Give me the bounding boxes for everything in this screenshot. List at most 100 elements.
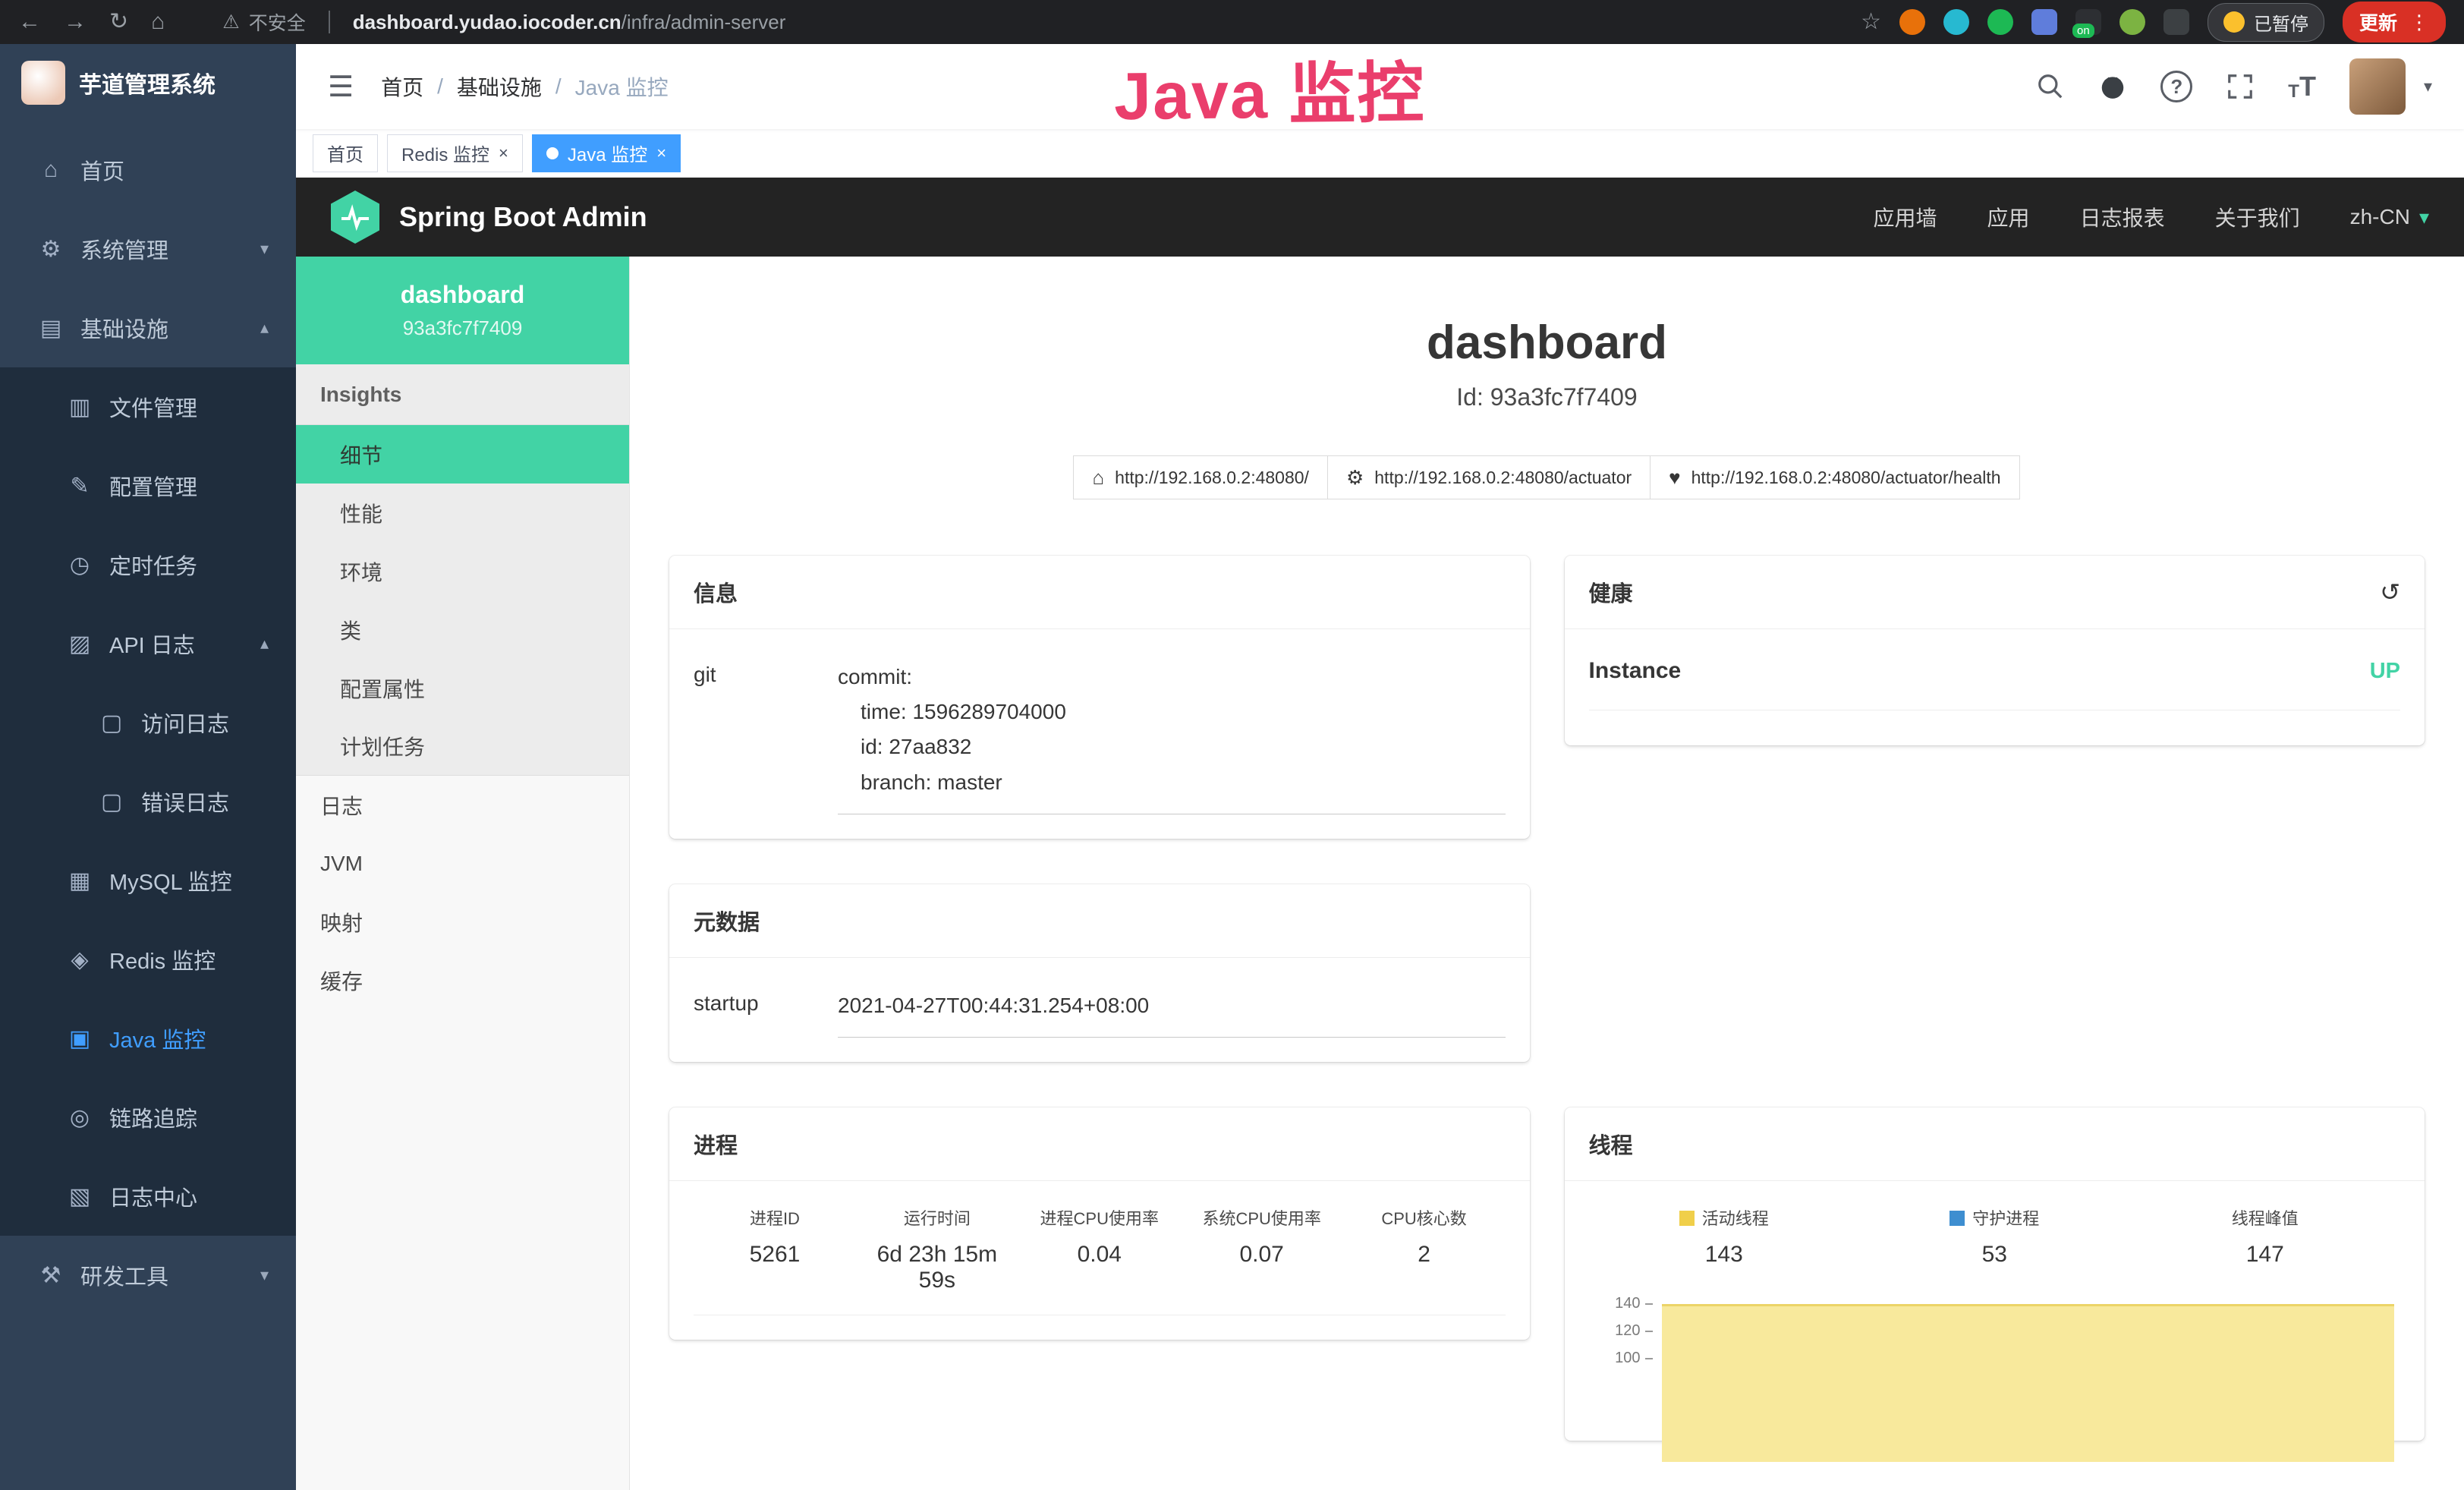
security-chip[interactable]: ⚠ 不安全 xyxy=(222,8,305,36)
sba-item-details[interactable]: 细节 xyxy=(296,425,629,484)
extension-icon-2[interactable] xyxy=(1943,9,1969,35)
close-icon[interactable]: × xyxy=(656,143,666,163)
sidebar-item-file-mgmt[interactable]: ▥ 文件管理 xyxy=(0,367,296,446)
sidebar-item-scheduled-tasks[interactable]: ◷ 定时任务 xyxy=(0,525,296,604)
col-value: 6d 23h 15m 59s xyxy=(856,1242,1018,1293)
health-card: 健康 ↺ Instance UP xyxy=(1565,556,2425,745)
chevron-up-icon: ▴ xyxy=(260,318,269,338)
sidebar-item-label: 链路追踪 xyxy=(109,1101,197,1133)
browser-home-icon[interactable]: ⌂ xyxy=(151,11,165,33)
search-icon[interactable] xyxy=(2036,72,2065,101)
tab-redis-monitor[interactable]: Redis 监控 × xyxy=(387,134,523,172)
reload-icon[interactable]: ↻ xyxy=(109,11,128,33)
github-icon[interactable] xyxy=(2098,72,2127,101)
sidebar-item-access-logs[interactable]: ▢ 访问日志 xyxy=(0,683,296,762)
sba-nav: 应用墙 应用 日志报表 关于我们 zh-CN ▾ xyxy=(1874,202,2429,232)
sba-brand-title[interactable]: Spring Boot Admin xyxy=(399,201,647,233)
extension-icon-4[interactable] xyxy=(2031,9,2057,35)
font-size-icon[interactable]: T T xyxy=(2288,71,2316,102)
java-monitor-icon: ▣ xyxy=(61,1025,99,1052)
bookmark-star-icon[interactable]: ☆ xyxy=(1861,11,1881,33)
sba-item-config-properties[interactable]: 配置属性 xyxy=(296,659,629,717)
heart-icon: ♥ xyxy=(1669,466,1680,490)
menu-toggle-icon[interactable]: ☰ xyxy=(328,70,354,104)
breadcrumb-item-home[interactable]: 首页 xyxy=(381,71,423,102)
extension-icon-1[interactable] xyxy=(1899,9,1925,35)
sba-nav-about[interactable]: 关于我们 xyxy=(2215,202,2300,232)
daemon-threads-swatch xyxy=(1949,1211,1965,1226)
breadcrumb: 首页 / 基础设施 / Java 监控 xyxy=(381,71,669,102)
sba-item-scheduled-tasks[interactable]: 计划任务 xyxy=(296,717,629,776)
locale-selector[interactable]: zh-CN ▾ xyxy=(2350,205,2429,229)
user-avatar[interactable] xyxy=(2349,58,2406,115)
update-button[interactable]: 更新 ⋮ xyxy=(2343,2,2446,43)
sba-nav-journal[interactable]: 日志报表 xyxy=(2080,202,2165,232)
sba-item-logs[interactable]: 日志 xyxy=(296,776,629,834)
extension-icon-3[interactable] xyxy=(1987,9,2013,35)
instance-selector[interactable]: dashboard 93a3fc7f7409 xyxy=(296,257,629,364)
sidebar-item-mysql-monitor[interactable]: ▦ MySQL 监控 xyxy=(0,841,296,920)
sidebar-item-label: MySQL 监控 xyxy=(109,865,232,896)
url-bar[interactable]: dashboard.yudao.iocoder.cn/infra/admin-s… xyxy=(353,11,786,34)
forward-icon[interactable]: → xyxy=(64,11,87,33)
home-icon: ⌂ xyxy=(32,157,70,183)
sba-item-environment[interactable]: 环境 xyxy=(296,542,629,600)
sidebar-item-trace[interactable]: ◎ 链路追踪 xyxy=(0,1078,296,1157)
sidebar-item-infrastructure[interactable]: ▤ 基础设施 ▴ xyxy=(0,288,296,367)
chevron-down-icon: ▾ xyxy=(2419,206,2429,229)
sba-nav-applications-wall[interactable]: 应用墙 xyxy=(1874,202,1937,232)
process-col-system-cpu: 系统CPU使用率 0.07 xyxy=(1181,1205,1343,1293)
process-card: 进程 进程ID 5261 运行时间 6d 23h 15m 59s xyxy=(669,1107,1530,1340)
sidebar-item-error-logs[interactable]: ▢ 错误日志 xyxy=(0,762,296,841)
sidebar-item-home[interactable]: ⌂ 首页 xyxy=(0,131,296,209)
sba-nav-applications[interactable]: 应用 xyxy=(1987,202,2030,232)
breadcrumb-item-infrastructure[interactable]: 基础设施 xyxy=(457,71,542,102)
back-icon[interactable]: ← xyxy=(18,11,41,33)
process-col-uptime: 运行时间 6d 23h 15m 59s xyxy=(856,1205,1018,1293)
col-header: 运行时间 xyxy=(856,1205,1018,1230)
locale-label: zh-CN xyxy=(2350,205,2410,229)
extension-icon-5[interactable]: on xyxy=(2075,9,2101,35)
app-logo[interactable]: 芋道管理系统 xyxy=(0,44,296,121)
actuator-url-button[interactable]: ⚙ http://192.168.0.2:48080/actuator xyxy=(1327,455,1651,499)
sidebar-item-log-center[interactable]: ▧ 日志中心 xyxy=(0,1157,296,1236)
col-header: 守护进程 xyxy=(1972,1209,2039,1228)
history-icon[interactable]: ↺ xyxy=(2380,578,2400,606)
health-url-button[interactable]: ♥ http://192.168.0.2:48080/actuator/heal… xyxy=(1650,455,2019,499)
sidebar-item-label: 定时任务 xyxy=(109,549,197,581)
help-icon[interactable]: ? xyxy=(2160,71,2192,102)
paused-extension-chip[interactable]: 已暂停 xyxy=(2208,3,2324,42)
sba-item-caches[interactable]: 缓存 xyxy=(296,951,629,1010)
kebab-menu-icon[interactable]: ⋮ xyxy=(2409,11,2429,34)
letter: T xyxy=(2288,81,2299,102)
sba-item-jvm[interactable]: JVM xyxy=(296,834,629,893)
extensions-puzzle-icon[interactable] xyxy=(2163,9,2189,35)
chart-area-fill xyxy=(1662,1304,2395,1462)
sba-item-mappings[interactable]: 映射 xyxy=(296,893,629,951)
sidebar-item-config-mgmt[interactable]: ✎ 配置管理 xyxy=(0,446,296,525)
col-header: 进程ID xyxy=(694,1205,856,1230)
sidebar-item-label: 文件管理 xyxy=(109,391,197,423)
sidebar-item-dev-tools[interactable]: ⚒ 研发工具 ▾ xyxy=(0,1236,296,1315)
sidebar-item-label: 日志中心 xyxy=(109,1180,197,1212)
process-col-pid: 进程ID 5261 xyxy=(694,1205,856,1293)
sba-item-classes[interactable]: 类 xyxy=(296,600,629,659)
col-value: 143 xyxy=(1589,1242,1860,1268)
sidebar-item-java-monitor[interactable]: ▣ Java 监控 xyxy=(0,999,296,1078)
spring-boot-admin-logo[interactable] xyxy=(331,191,379,244)
close-icon[interactable]: × xyxy=(499,143,508,163)
sidebar-item-api-logs[interactable]: ▨ API 日志 ▴ xyxy=(0,604,296,683)
fullscreen-icon[interactable] xyxy=(2226,72,2255,101)
extension-icon-6[interactable] xyxy=(2119,9,2145,35)
chevron-up-icon: ▴ xyxy=(260,634,269,654)
sba-item-performance[interactable]: 性能 xyxy=(296,484,629,542)
process-col-cpu-cores: CPU核心数 2 xyxy=(1343,1205,1506,1293)
sidebar-item-system-mgmt[interactable]: ⚙ 系统管理 ▾ xyxy=(0,209,296,288)
sidebar-item-redis-monitor[interactable]: ◈ Redis 监控 xyxy=(0,920,296,999)
app-title: 芋道管理系统 xyxy=(79,66,216,99)
tab-home[interactable]: 首页 xyxy=(313,134,378,172)
log-icon: ▨ xyxy=(61,631,99,657)
tab-java-monitor[interactable]: Java 监控 × xyxy=(532,134,681,172)
health-instance-row[interactable]: Instance UP xyxy=(1589,658,2401,710)
service-url-button[interactable]: ⌂ http://192.168.0.2:48080/ xyxy=(1073,455,1328,499)
